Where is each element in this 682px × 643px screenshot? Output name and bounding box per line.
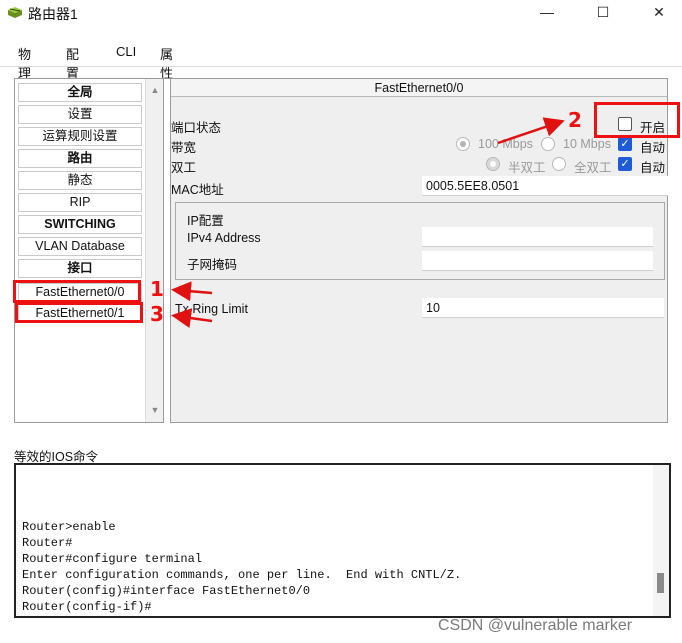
bandwidth-label: 带宽 [171, 141, 197, 155]
ipv4-address-input[interactable] [422, 227, 653, 247]
bandwidth-10-radio[interactable] [541, 137, 555, 151]
subnet-mask-input[interactable] [422, 251, 653, 271]
tab-physical[interactable]: 物理 [16, 44, 33, 82]
full-duplex-radio[interactable] [552, 157, 566, 171]
nav-item-switching[interactable]: SWITCHING [18, 215, 142, 234]
nav-item-interface[interactable]: 接口 [18, 259, 142, 278]
annotation-number-3: 3 [150, 302, 164, 326]
bandwidth-auto-label: 自动 [640, 141, 666, 155]
window-title: 路由器1 [28, 6, 78, 22]
half-duplex-label: 半双工 [508, 161, 546, 175]
close-button[interactable]: ✕ [636, 0, 682, 24]
console-line: Router>enable [22, 520, 116, 534]
title-bar: 路由器1 — ☐ ✕ [0, 0, 682, 26]
duplex-auto-checkbox[interactable]: ✓ [618, 157, 632, 171]
scroll-down-arrow-icon[interactable]: ▼ [149, 405, 161, 415]
nav-item-rip[interactable]: RIP [18, 193, 142, 212]
router-app-icon [8, 7, 22, 18]
annotation-box-1 [13, 280, 141, 303]
nav-item-algorithm-settings[interactable]: 运算规则设置 [18, 127, 142, 146]
duplex-label: 双工 [171, 161, 197, 175]
ios-console[interactable]: Router>enable Router# Router#configure t… [14, 463, 671, 618]
console-line: Router(config-if)# [22, 600, 152, 614]
config-nav-panel: 全局 设置 运算规则设置 路由 静态 RIP SWITCHING VLAN Da… [14, 78, 164, 423]
mac-address-label: MAC地址 [171, 183, 224, 197]
tx-ring-limit-input[interactable]: 10 [422, 298, 664, 318]
console-line: Router# [22, 536, 73, 550]
interface-header: FastEthernet0/0 [171, 79, 667, 97]
ipv4-address-label: IPv4 Address [187, 231, 261, 245]
console-scrollbar[interactable] [653, 465, 669, 616]
full-duplex-label: 全双工 [574, 161, 612, 175]
console-scroll-thumb[interactable] [657, 573, 664, 593]
nav-item-settings[interactable]: 设置 [18, 105, 142, 124]
bandwidth-auto-checkbox[interactable]: ✓ [618, 137, 632, 151]
nav-scrollbar[interactable]: ▲ ▼ [145, 79, 163, 422]
tab-divider [0, 66, 682, 67]
maximize-button[interactable]: ☐ [580, 0, 626, 24]
half-duplex-radio[interactable] [486, 157, 500, 171]
ip-config-label: IP配置 [187, 214, 224, 228]
nav-item-routing[interactable]: 路由 [18, 149, 142, 168]
console-line: Router(config)#interface FastEthernet0/0 [22, 584, 311, 598]
scroll-up-arrow-icon[interactable]: ▲ [149, 85, 161, 95]
mac-address-field[interactable]: 0005.5EE8.0501 [422, 176, 668, 196]
console-line: Enter configuration commands, one per li… [22, 568, 462, 582]
bandwidth-10-label: 10 Mbps [563, 137, 611, 151]
tx-ring-limit-label: Tx Ring Limit [175, 302, 248, 316]
annotation-number-2: 2 [568, 108, 582, 132]
subnet-mask-label: 子网掩码 [187, 258, 238, 272]
tab-cli[interactable]: CLI [114, 44, 138, 59]
bandwidth-100-label: 100 Mbps [478, 137, 533, 151]
bandwidth-100-radio[interactable] [456, 137, 470, 151]
nav-item-static[interactable]: 静态 [18, 171, 142, 190]
console-line: Router#configure terminal [22, 552, 203, 566]
annotation-box-3 [15, 302, 143, 323]
annotation-box-2 [594, 102, 680, 138]
duplex-auto-label: 自动 [640, 161, 666, 175]
nav-item-global[interactable]: 全局 [18, 83, 142, 102]
nav-item-vlan-database[interactable]: VLAN Database [18, 237, 142, 256]
watermark: CSDN @vulnerable marker [438, 617, 633, 634]
port-status-label: 端口状态 [171, 121, 222, 135]
tab-attributes[interactable]: 属性 [158, 44, 175, 82]
minimize-button[interactable]: — [524, 0, 570, 24]
annotation-number-1: 1 [150, 277, 164, 301]
